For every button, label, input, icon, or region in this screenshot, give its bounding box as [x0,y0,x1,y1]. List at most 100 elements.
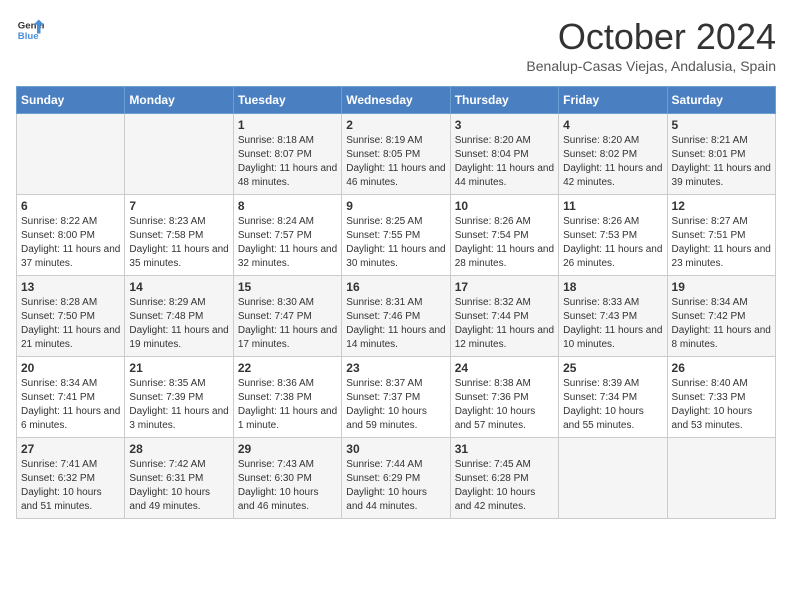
cell-content: Sunrise: 8:31 AM Sunset: 7:46 PM Dayligh… [346,296,445,352]
calendar-cell: 8 Sunrise: 8:24 AM Sunset: 7:57 PM Daylig… [233,195,341,276]
column-header-wednesday: Wednesday [342,87,450,114]
cell-content: Sunrise: 7:43 AM Sunset: 6:30 PM Dayligh… [238,458,337,514]
calendar-cell: 27 Sunrise: 7:41 AM Sunset: 6:32 PM Dayli… [17,438,125,519]
calendar-cell: 6 Sunrise: 8:22 AM Sunset: 8:00 PM Daylig… [17,195,125,276]
column-header-saturday: Saturday [667,87,775,114]
calendar-cell [125,114,233,195]
day-number: 28 [129,442,228,456]
calendar-body: 1Sunrise: 8:18 AM Sunset: 8:07 PM Daylig… [17,114,776,519]
day-number: 2 [346,118,445,132]
column-header-monday: Monday [125,87,233,114]
cell-content: Sunrise: 8:21 AM Sunset: 8:01 PM Dayligh… [672,134,771,190]
cell-content: Sunrise: 8:18 AM Sunset: 8:07 PM Dayligh… [238,134,337,190]
calendar-cell: 9Sunrise: 8:25 AM Sunset: 7:55 PM Daylig… [342,195,450,276]
day-number: 12 [672,199,771,213]
calendar-cell [667,438,775,519]
cell-content: Sunrise: 8:22 AM Sunset: 8:00 PM Dayligh… [21,215,120,271]
day-number: 24 [455,361,554,375]
logo: General Blue [16,16,44,44]
cell-content: Sunrise: 8:36 AM Sunset: 7:38 PM Dayligh… [238,377,337,433]
calendar-cell: 20Sunrise: 8:34 AM Sunset: 7:41 PM Dayli… [17,357,125,438]
cell-content: Sunrise: 8:20 AM Sunset: 8:04 PM Dayligh… [455,134,554,190]
calendar-cell: 29 Sunrise: 7:43 AM Sunset: 6:30 PM Dayli… [233,438,341,519]
calendar-cell: 21 Sunrise: 8:35 AM Sunset: 7:39 PM Dayli… [125,357,233,438]
cell-content: Sunrise: 8:29 AM Sunset: 7:48 PM Dayligh… [129,296,228,352]
calendar-cell: 17 Sunrise: 8:32 AM Sunset: 7:44 PM Dayli… [450,276,558,357]
day-number: 29 [238,442,337,456]
calendar-cell: 12 Sunrise: 8:27 AM Sunset: 7:51 PM Dayli… [667,195,775,276]
calendar-header-row: SundayMondayTuesdayWednesdayThursdayFrid… [17,87,776,114]
column-header-tuesday: Tuesday [233,87,341,114]
day-number: 8 [238,199,337,213]
day-number: 9 [346,199,445,213]
cell-content: Sunrise: 8:23 AM Sunset: 7:58 PM Dayligh… [129,215,228,271]
calendar-cell [559,438,667,519]
cell-content: Sunrise: 8:30 AM Sunset: 7:47 PM Dayligh… [238,296,337,352]
cell-content: Sunrise: 8:39 AM Sunset: 7:34 PM Dayligh… [563,377,662,433]
day-number: 31 [455,442,554,456]
calendar-cell: 2 Sunrise: 8:19 AM Sunset: 8:05 PM Daylig… [342,114,450,195]
page-header: General Blue October 2024 Benalup-Casas … [16,16,776,74]
calendar-cell: 19Sunrise: 8:34 AM Sunset: 7:42 PM Dayli… [667,276,775,357]
calendar-week-row: 20Sunrise: 8:34 AM Sunset: 7:41 PM Dayli… [17,357,776,438]
calendar-cell: 16 Sunrise: 8:31 AM Sunset: 7:46 PM Dayli… [342,276,450,357]
calendar-week-row: 6 Sunrise: 8:22 AM Sunset: 8:00 PM Daylig… [17,195,776,276]
location-subtitle: Benalup-Casas Viejas, Andalusia, Spain [526,58,776,74]
cell-content: Sunrise: 8:37 AM Sunset: 7:37 PM Dayligh… [346,377,445,433]
day-number: 6 [21,199,120,213]
calendar-cell: 11 Sunrise: 8:26 AM Sunset: 7:53 PM Dayli… [559,195,667,276]
cell-content: Sunrise: 8:26 AM Sunset: 7:54 PM Dayligh… [455,215,554,271]
day-number: 30 [346,442,445,456]
calendar-cell: 4Sunrise: 8:20 AM Sunset: 8:02 PM Daylig… [559,114,667,195]
day-number: 18 [563,280,662,294]
calendar-cell: 25 Sunrise: 8:39 AM Sunset: 7:34 PM Dayli… [559,357,667,438]
calendar-cell: 22Sunrise: 8:36 AM Sunset: 7:38 PM Dayli… [233,357,341,438]
calendar-cell: 23 Sunrise: 8:37 AM Sunset: 7:37 PM Dayli… [342,357,450,438]
day-number: 27 [21,442,120,456]
calendar-cell: 30 Sunrise: 7:44 AM Sunset: 6:29 PM Dayli… [342,438,450,519]
calendar-week-row: 13 Sunrise: 8:28 AM Sunset: 7:50 PM Dayli… [17,276,776,357]
calendar-cell: 28 Sunrise: 7:42 AM Sunset: 6:31 PM Dayli… [125,438,233,519]
cell-content: Sunrise: 8:27 AM Sunset: 7:51 PM Dayligh… [672,215,771,271]
cell-content: Sunrise: 8:35 AM Sunset: 7:39 PM Dayligh… [129,377,228,433]
day-number: 16 [346,280,445,294]
day-number: 25 [563,361,662,375]
day-number: 11 [563,199,662,213]
calendar-cell: 31Sunrise: 7:45 AM Sunset: 6:28 PM Dayli… [450,438,558,519]
calendar-cell: 18 Sunrise: 8:33 AM Sunset: 7:43 PM Dayli… [559,276,667,357]
cell-content: Sunrise: 8:26 AM Sunset: 7:53 PM Dayligh… [563,215,662,271]
calendar-cell: 15 Sunrise: 8:30 AM Sunset: 7:47 PM Dayli… [233,276,341,357]
cell-content: Sunrise: 8:20 AM Sunset: 8:02 PM Dayligh… [563,134,662,190]
cell-content: Sunrise: 7:44 AM Sunset: 6:29 PM Dayligh… [346,458,445,514]
cell-content: Sunrise: 8:34 AM Sunset: 7:41 PM Dayligh… [21,377,120,433]
calendar-cell: 1Sunrise: 8:18 AM Sunset: 8:07 PM Daylig… [233,114,341,195]
calendar-cell: 24Sunrise: 8:38 AM Sunset: 7:36 PM Dayli… [450,357,558,438]
day-number: 3 [455,118,554,132]
calendar-cell: 10Sunrise: 8:26 AM Sunset: 7:54 PM Dayli… [450,195,558,276]
cell-content: Sunrise: 7:42 AM Sunset: 6:31 PM Dayligh… [129,458,228,514]
day-number: 13 [21,280,120,294]
column-header-friday: Friday [559,87,667,114]
cell-content: Sunrise: 7:41 AM Sunset: 6:32 PM Dayligh… [21,458,120,514]
day-number: 15 [238,280,337,294]
cell-content: Sunrise: 8:19 AM Sunset: 8:05 PM Dayligh… [346,134,445,190]
day-number: 26 [672,361,771,375]
month-title: October 2024 [526,16,776,58]
calendar-cell [17,114,125,195]
calendar-table: SundayMondayTuesdayWednesdayThursdayFrid… [16,86,776,519]
title-block: October 2024 Benalup-Casas Viejas, Andal… [526,16,776,74]
day-number: 23 [346,361,445,375]
cell-content: Sunrise: 8:28 AM Sunset: 7:50 PM Dayligh… [21,296,120,352]
calendar-cell: 26Sunrise: 8:40 AM Sunset: 7:33 PM Dayli… [667,357,775,438]
day-number: 14 [129,280,228,294]
calendar-cell: 7 Sunrise: 8:23 AM Sunset: 7:58 PM Daylig… [125,195,233,276]
day-number: 7 [129,199,228,213]
svg-text:Blue: Blue [18,31,39,42]
day-number: 17 [455,280,554,294]
cell-content: Sunrise: 8:24 AM Sunset: 7:57 PM Dayligh… [238,215,337,271]
day-number: 21 [129,361,228,375]
cell-content: Sunrise: 8:32 AM Sunset: 7:44 PM Dayligh… [455,296,554,352]
calendar-cell: 13 Sunrise: 8:28 AM Sunset: 7:50 PM Dayli… [17,276,125,357]
calendar-cell: 5Sunrise: 8:21 AM Sunset: 8:01 PM Daylig… [667,114,775,195]
cell-content: Sunrise: 8:33 AM Sunset: 7:43 PM Dayligh… [563,296,662,352]
